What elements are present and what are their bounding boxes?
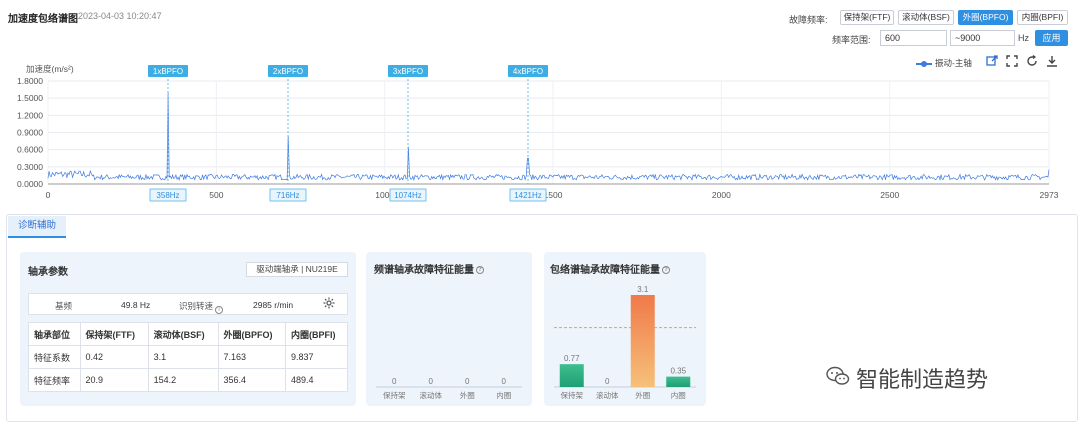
table-cell: 3.1 xyxy=(147,345,219,369)
table-row: 特征系数 0.42 3.1 7.163 9.837 xyxy=(28,345,348,369)
chart-title: 加速度包络谱图 xyxy=(8,14,78,25)
tab-diagnosis[interactable]: 诊断辅助 xyxy=(8,216,66,238)
range-unit: Hz xyxy=(1018,33,1029,43)
harmonic-label: 4xBPFO xyxy=(513,67,543,76)
bar-value-label: 0 xyxy=(605,377,610,386)
bar-category-label: 内圈 xyxy=(496,390,511,400)
info-icon[interactable]: i xyxy=(215,306,224,314)
bearing-params-title: 轴承参数 xyxy=(28,267,68,278)
base-freq-value: 49.8 Hz xyxy=(121,300,151,310)
table-row: 特征频率 20.9 154.2 356.4 489.4 xyxy=(28,368,348,392)
energy-bar xyxy=(559,364,584,387)
bar-value-label: 0.77 xyxy=(564,354,580,363)
x-tick-label: 500 xyxy=(209,190,223,200)
settings-gear-icon[interactable] xyxy=(323,297,335,311)
table-cell: 外圈(BPFO) xyxy=(217,322,287,346)
y-tick-label: 0.9000 xyxy=(17,128,43,138)
bar-value-label: 0 xyxy=(465,377,470,386)
y-tick-label: 0.6000 xyxy=(17,145,43,155)
base-freq-label: 基频 xyxy=(55,301,73,311)
freq-label: 1421Hz xyxy=(514,191,542,200)
freq-label: 716Hz xyxy=(276,191,299,200)
table-cell: 9.837 xyxy=(285,345,348,369)
x-tick-label: 2500 xyxy=(880,190,899,200)
harmonic-label: 2xBPFO xyxy=(273,67,303,76)
table-cell: 特征系数 xyxy=(28,345,81,369)
y-tick-label: 0.3000 xyxy=(17,162,43,172)
bar-category-label: 保持架 xyxy=(383,390,406,400)
freq-label: 358Hz xyxy=(156,191,179,200)
table-cell: 20.9 xyxy=(79,368,149,392)
y-tick-label: 1.2000 xyxy=(17,110,43,120)
harmonic-label: 3xBPFO xyxy=(393,67,423,76)
x-tick-label: 0 xyxy=(46,190,51,200)
spectrum-energy-chart: 0 保持架 0 滚动体 0 外圈 0 内圈 xyxy=(376,377,522,400)
table-cell: 356.4 xyxy=(217,368,287,392)
bar-category-label: 外圈 xyxy=(635,390,650,400)
bar-value-label: 3.1 xyxy=(637,285,649,294)
base-params-row: 基频 49.8 Hz 识别转速 i 2985 r/min xyxy=(28,293,348,315)
bar-value-label: 0.35 xyxy=(670,367,686,376)
y-tick-label: 1.5000 xyxy=(17,93,43,103)
table-cell: 0.42 xyxy=(79,345,149,369)
table-row: 轴承部位 保持架(FTF) 滚动体(BSF) 外圈(BPFO) 内圈(BPFI) xyxy=(28,322,348,346)
table-cell: 489.4 xyxy=(285,368,348,392)
y-tick-label: 0.0000 xyxy=(17,179,43,189)
apply-button[interactable]: 应用 xyxy=(1035,30,1068,46)
bearing-table: 轴承部位 保持架(FTF) 滚动体(BSF) 外圈(BPFO) 内圈(BPFI)… xyxy=(28,322,348,392)
info-icon[interactable]: ? xyxy=(476,266,484,275)
harmonic-label: 1xBPFO xyxy=(153,67,183,76)
bar-value-label: 0 xyxy=(392,377,397,386)
info-icon[interactable]: ? xyxy=(662,266,670,275)
envelope-energy-chart: 0.77 保持架 0 滚动体 3.1 外圈 0.35 内圈 xyxy=(554,285,696,400)
table-cell: 特征频率 xyxy=(28,368,81,392)
y-tick-label: 1.8000 xyxy=(17,76,43,86)
energy-bar xyxy=(630,295,655,387)
x-tick-label: 2000 xyxy=(712,190,731,200)
chip-ftf[interactable]: 保持架(FTF) xyxy=(840,10,894,25)
fault-freq-label: 故障频率: xyxy=(789,15,828,25)
table-cell: 轴承部位 xyxy=(28,322,81,346)
bar-value-label: 0 xyxy=(502,377,507,386)
speed-label: 识别转速 xyxy=(179,301,214,311)
bar-category-label: 滚动体 xyxy=(596,390,619,400)
bar-value-label: 0 xyxy=(429,377,434,386)
chip-bpfo[interactable]: 外圈(BPFO) xyxy=(958,10,1013,25)
energy-bar xyxy=(666,376,691,387)
table-cell: 内圈(BPFI) xyxy=(285,322,348,346)
x-tick-label: 1500 xyxy=(544,190,563,200)
timestamp: 2023-04-03 10:20:47 xyxy=(78,11,162,21)
chip-bsf[interactable]: 滚动体(BSF) xyxy=(898,10,954,25)
range-to-input[interactable]: ~9000 xyxy=(950,30,1015,46)
spectrum-energy-title: 频谱轴承故障特征能量? xyxy=(374,261,484,276)
range-from-input[interactable]: 600 xyxy=(880,30,947,46)
bar-category-label: 滚动体 xyxy=(420,390,443,400)
watermark-text: 智能制造趋势 xyxy=(856,367,989,392)
x-tick-label: 2973 xyxy=(1040,190,1059,200)
speed-value: 2985 r/min xyxy=(253,300,294,310)
table-cell: 7.163 xyxy=(217,345,287,369)
table-cell: 154.2 xyxy=(147,368,219,392)
envelope-spectrum-chart: 1.8000 1.5000 1.2000 0.9000 0.6000 0.3000 0.00… xyxy=(17,65,1059,202)
bar-category-label: 保持架 xyxy=(561,390,584,400)
bearing-model-badge[interactable]: 驱动端轴承 | NU219E xyxy=(246,262,348,277)
table-cell: 滚动体(BSF) xyxy=(147,322,219,346)
table-cell: 保持架(FTF) xyxy=(79,322,149,346)
speed-label-wrap: 识别转速 i xyxy=(179,300,224,314)
bar-category-label: 内圈 xyxy=(671,390,686,400)
bar-category-label: 外圈 xyxy=(460,390,475,400)
range-label: 频率范围: xyxy=(832,35,871,45)
envelope-energy-title: 包络谱轴承故障特征能量? xyxy=(550,261,670,276)
wechat-logo-icon xyxy=(826,366,850,385)
freq-label: 1074Hz xyxy=(394,191,422,200)
chip-bpfi[interactable]: 内圈(BPFI) xyxy=(1017,10,1068,25)
